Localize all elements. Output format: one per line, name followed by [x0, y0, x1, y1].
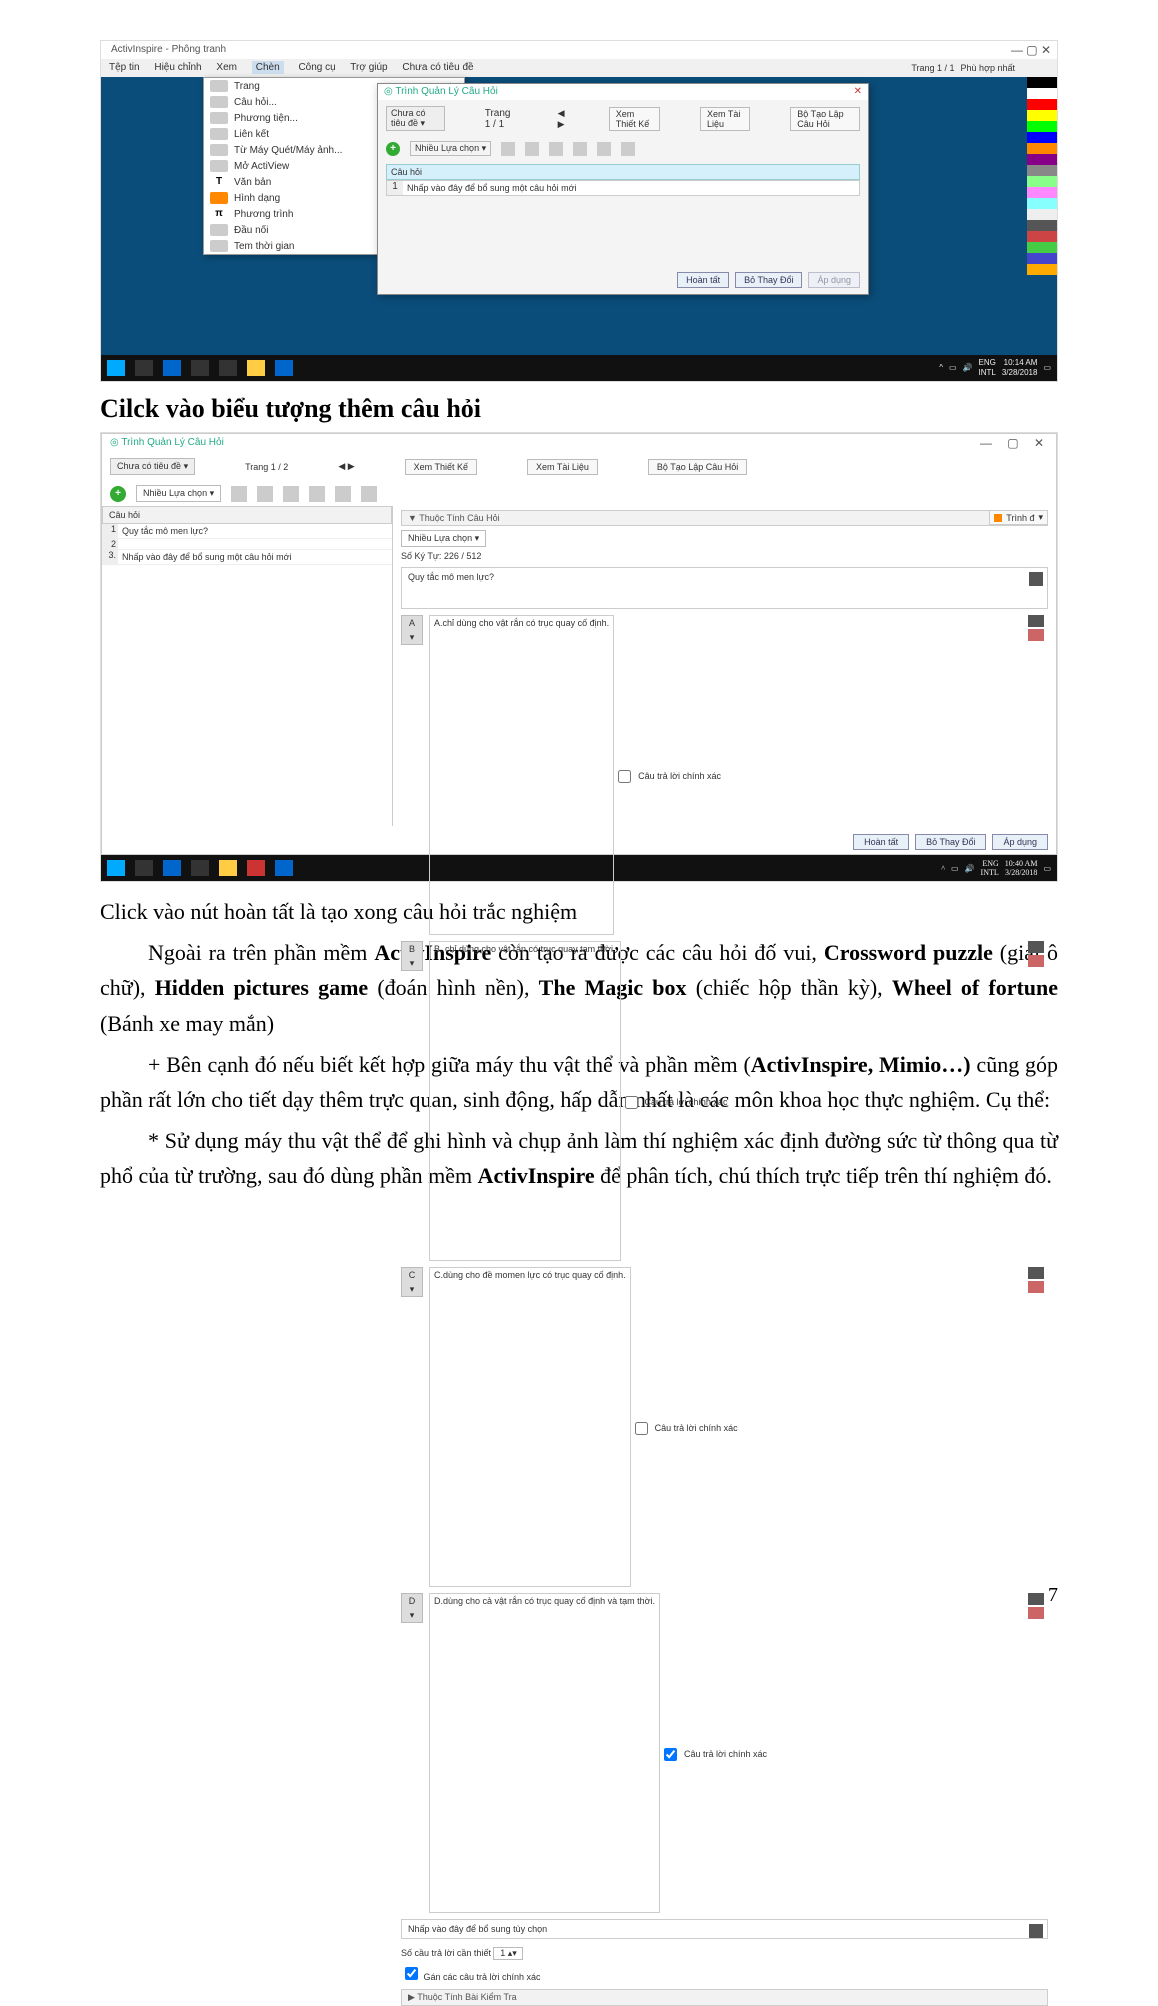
- option-row: B▾ B. chỉ dùng cho vật rắn có trục quay …: [401, 941, 1048, 1261]
- char-count: Số Ký Tự: 226 / 512: [401, 551, 1048, 561]
- tab-document[interactable]: Xem Tài Liệu: [527, 459, 598, 475]
- formula-icon[interactable]: [1029, 572, 1043, 586]
- question-manager-dialog: ◎ Trình Quản Lý Câu Hỏi ✕ Chưa có tiêu đ…: [377, 83, 869, 295]
- dialog-title: ◎ Trình Quản Lý Câu Hỏi ✕: [378, 84, 868, 100]
- window-buttons[interactable]: — ▢ ✕: [980, 434, 1050, 452]
- apply-button[interactable]: Áp dụng: [808, 272, 860, 288]
- tab-document[interactable]: Xem Tài Liệu: [700, 107, 750, 131]
- delete-icon[interactable]: [1028, 629, 1044, 641]
- discard-button[interactable]: Bỏ Thay Đổi: [735, 272, 802, 288]
- formula-icon[interactable]: [1029, 1924, 1043, 1938]
- start-icon[interactable]: [107, 360, 125, 376]
- page-indicator: Trang 1 / 1 Phù hợp nhất: [905, 59, 1021, 77]
- formula-icon[interactable]: [1028, 1593, 1044, 1605]
- page-number: 7: [1048, 1584, 1058, 1607]
- screenshot-1: ActivInspire - Phông tranh — ▢ ✕ Tệp tin…: [101, 41, 1057, 381]
- add-icon[interactable]: +: [110, 486, 126, 502]
- delete-icon[interactable]: [1028, 1281, 1044, 1293]
- question-row[interactable]: 1 Nhấp vào đây để bổ sung một câu hỏi mớ…: [386, 180, 860, 196]
- dialog-title-2: ◎ Trình Quản Lý Câu Hỏi — ▢ ✕: [102, 434, 1056, 452]
- start-icon[interactable]: [107, 860, 125, 876]
- discard-button[interactable]: Bỏ Thay Đổi: [915, 834, 986, 850]
- formula-icon[interactable]: [1028, 615, 1044, 627]
- tab-builder[interactable]: Bộ Tạo Lập Câu Hỏi: [790, 107, 860, 131]
- add-icon[interactable]: +: [386, 142, 400, 156]
- edge-icon[interactable]: [163, 860, 181, 876]
- question-properties: ▼ Thuộc Tính Câu Hỏi Nhiều Lựa chọn ▾ Tr…: [393, 506, 1056, 826]
- required-answers-spinner[interactable]: 1 ▴▾: [493, 1947, 523, 1960]
- answer-type-select[interactable]: Nhiều Lựa chọn ▾: [401, 530, 486, 547]
- section-heading: Cilck vào biểu tượng thêm câu hỏi: [100, 394, 1058, 424]
- question-type-select[interactable]: Nhiều Lựa chọn ▾: [410, 141, 491, 156]
- window-buttons[interactable]: — ▢ ✕: [1011, 41, 1051, 59]
- screenshot-2: ◎ Trình Quản Lý Câu Hỏi — ▢ ✕ Chưa có ti…: [101, 433, 1057, 855]
- tool-palette[interactable]: [1027, 77, 1057, 345]
- list-header: Câu hỏi: [386, 164, 860, 180]
- test-properties-section[interactable]: ▶ Thuộc Tính Bài Kiểm Tra: [401, 1989, 1048, 2006]
- editor-select[interactable]: Trình đ▾: [989, 510, 1048, 525]
- close-icon[interactable]: ✕: [854, 84, 862, 100]
- formula-icon[interactable]: [1028, 1267, 1044, 1279]
- tab-builder[interactable]: Bộ Tạo Lập Câu Hỏi: [648, 459, 747, 475]
- taskbar: ^▭🔊 ENGINTL 10:14 AM3/28/2018 ▭: [101, 355, 1057, 381]
- search-icon[interactable]: [135, 360, 153, 376]
- search-icon[interactable]: [135, 860, 153, 876]
- question-list: Câu hỏi 1Quy tắc mô men lực? 2 3.Nhấp và…: [102, 506, 393, 826]
- option-row: D▾ D.dùng cho cả vật rắn có trục quay cố…: [401, 1593, 1048, 1913]
- window-title: ActivInspire - Phông tranh — ▢ ✕: [101, 41, 1057, 59]
- delete-icon[interactable]: [1028, 955, 1044, 967]
- delete-icon[interactable]: [1028, 1607, 1044, 1619]
- formula-icon[interactable]: [1028, 941, 1044, 953]
- question-text-input[interactable]: Quy tắc mô men lực?: [401, 567, 1048, 609]
- option-row: C▾ C.dùng cho đề momen lực có trục quay …: [401, 1267, 1048, 1587]
- apply-button[interactable]: Áp dụng: [992, 834, 1048, 850]
- edge-icon[interactable]: [163, 360, 181, 376]
- question-type-select[interactable]: Nhiều Lựa chọn ▾: [136, 485, 221, 502]
- finish-button[interactable]: Hoàn tất: [677, 272, 729, 288]
- tab-design[interactable]: Xem Thiết Kế: [609, 107, 660, 131]
- add-option-input[interactable]: Nhấp vào đây để bổ sung tùy chọn: [401, 1919, 1048, 1939]
- tab-design[interactable]: Xem Thiết Kế: [405, 459, 477, 475]
- option-row: A▾ A.chỉ dùng cho vật rắn có trục quay c…: [401, 615, 1048, 935]
- finish-button[interactable]: Hoàn tất: [853, 834, 909, 850]
